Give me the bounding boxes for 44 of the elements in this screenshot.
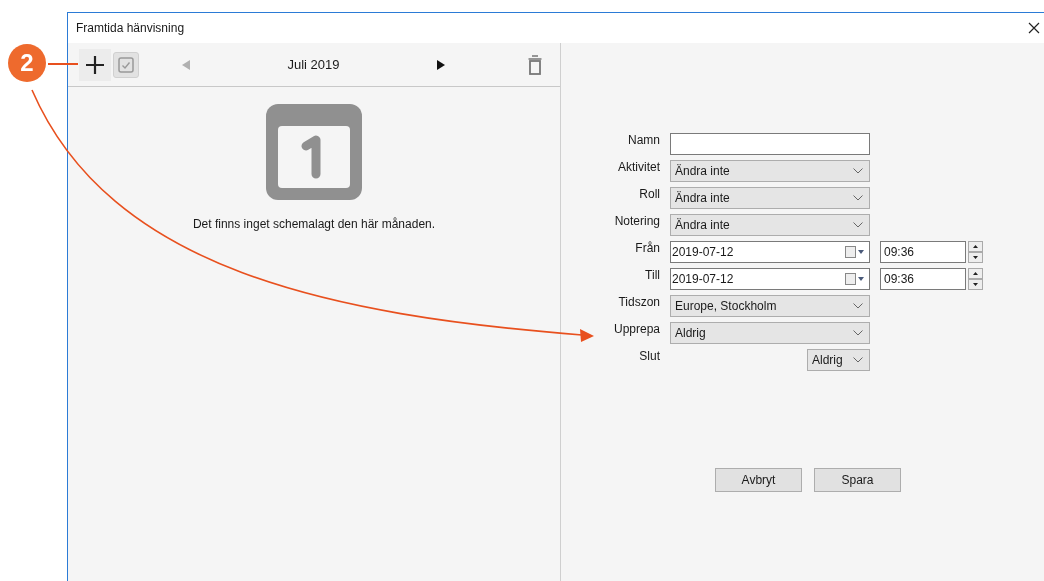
- field-label: Roll: [638, 186, 661, 203]
- calendar-dropdown-icon: [845, 273, 865, 285]
- field-label: Namn: [627, 132, 661, 149]
- dropdown[interactable]: Ändra inte: [670, 160, 870, 182]
- calendar-dropdown-icon: [845, 246, 865, 258]
- date-field[interactable]: 2019-07-12: [670, 268, 870, 290]
- field-label: Från: [634, 240, 661, 257]
- checkbox-icon: [118, 56, 134, 73]
- field-label: Till: [644, 267, 661, 284]
- empty-message: Det finns inget schemalagt den här månaden.: [192, 216, 436, 233]
- spinner-icon[interactable]: [968, 241, 983, 263]
- trash-icon[interactable]: [528, 54, 542, 75]
- chevron-down-icon: [853, 168, 863, 174]
- chevron-down-icon: [853, 357, 863, 363]
- time-field[interactable]: 09:36: [880, 268, 966, 290]
- dropdown[interactable]: Aldrig: [807, 349, 870, 371]
- field-label: Slut: [638, 348, 661, 365]
- dropdown[interactable]: Europe, Stockholm: [670, 295, 870, 317]
- check-button[interactable]: [113, 51, 139, 78]
- chevron-down-icon: [853, 195, 863, 201]
- field-label: Upprepa: [612, 321, 661, 338]
- field-label: Tidszon: [617, 294, 661, 311]
- dialog-button[interactable]: Avbryt: [715, 468, 802, 492]
- close-icon[interactable]: [1028, 22, 1040, 34]
- plus-icon: [85, 54, 105, 75]
- callout-badge: 2: [8, 44, 46, 82]
- field-label: Notering: [613, 213, 661, 230]
- next-icon[interactable]: [437, 59, 445, 70]
- chevron-down-icon: [853, 303, 863, 309]
- dropdown[interactable]: Ändra inte: [670, 214, 870, 236]
- chevron-down-icon: [853, 222, 863, 228]
- month-label: Juli 2019: [286, 55, 341, 74]
- dropdown[interactable]: Ändra inte: [670, 187, 870, 209]
- chevron-down-icon: [853, 330, 863, 336]
- dropdown[interactable]: Aldrig: [670, 322, 870, 344]
- dialog-button[interactable]: Spara: [814, 468, 901, 492]
- calendar-icon: [266, 104, 362, 200]
- spinner-icon[interactable]: [968, 268, 983, 290]
- date-field[interactable]: 2019-07-12: [670, 241, 870, 263]
- field-label: Aktivitet: [617, 159, 661, 176]
- window-title: Framtida hänvisning: [76, 20, 185, 37]
- time-field[interactable]: 09:36: [880, 241, 966, 263]
- name-field[interactable]: [670, 133, 870, 155]
- add-button[interactable]: [79, 48, 111, 81]
